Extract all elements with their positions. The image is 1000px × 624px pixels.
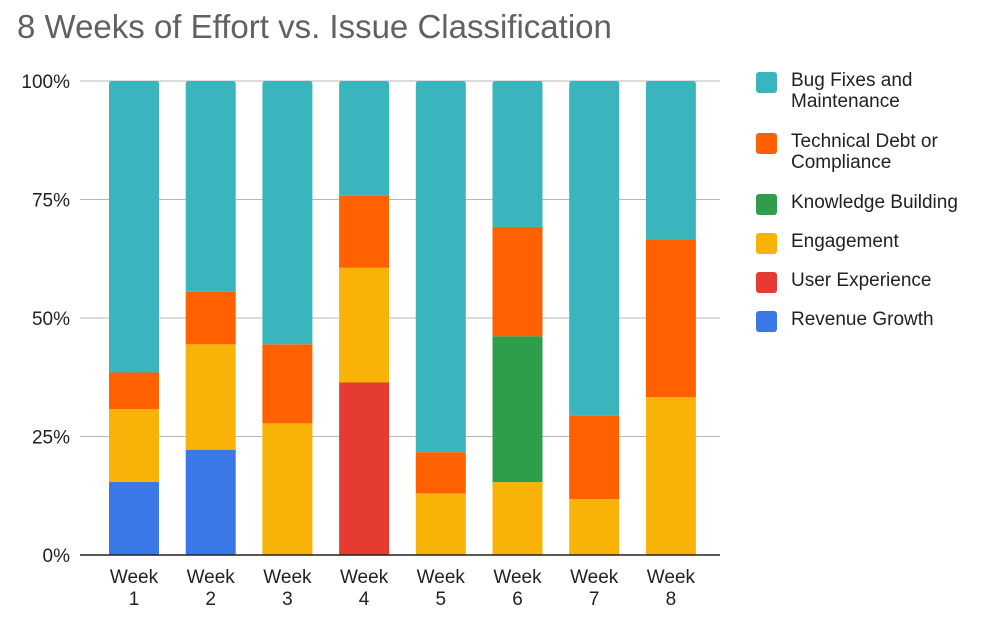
bar-segment — [492, 482, 543, 555]
x-tick-label: Week 1 — [110, 567, 159, 610]
bar-stack — [415, 81, 466, 555]
legend-item[interactable]: Technical Debt or Compliance — [756, 131, 991, 173]
x-tick-label: Week 5 — [417, 567, 466, 610]
x-tick-label: Week 3 — [263, 567, 312, 610]
bar-segment — [262, 423, 313, 555]
bar-stack — [262, 81, 313, 555]
legend-item[interactable]: Bug Fixes and Maintenance — [756, 70, 991, 112]
x-axis-ticks: Week 1Week 2Week 3Week 4Week 5Week 6Week 7Week 8 — [110, 567, 696, 610]
bar-segment — [492, 336, 543, 483]
legend-swatch — [756, 194, 777, 215]
x-tick-line: Week — [187, 567, 236, 588]
legend-item[interactable]: Revenue Growth — [756, 309, 991, 332]
bar-segment — [339, 195, 390, 268]
y-tick-label: 0% — [43, 546, 71, 567]
legend-item[interactable]: Engagement — [756, 231, 991, 254]
bar-segment — [185, 344, 236, 450]
legend-swatch — [756, 233, 777, 254]
legend-item[interactable]: User Experience — [756, 270, 991, 293]
legend-label: Technical Debt or Compliance — [791, 131, 938, 173]
bar-stack — [492, 81, 543, 555]
bar-segment — [339, 267, 390, 383]
bar-stack — [645, 81, 696, 555]
x-tick-line: 7 — [589, 589, 600, 610]
x-tick-line: 2 — [205, 589, 216, 610]
legend-label: Revenue Growth — [791, 309, 934, 330]
bar-segment — [645, 239, 696, 398]
x-tick-label: Week 2 — [187, 567, 236, 610]
bar-segment — [415, 81, 466, 453]
bar-segment — [339, 81, 390, 196]
x-tick-line: 5 — [436, 589, 447, 610]
x-tick-line: Week — [110, 567, 159, 588]
bar-stack — [339, 81, 390, 555]
x-tick-label: Week 8 — [647, 567, 696, 610]
bar-stack — [185, 81, 236, 555]
bar-segment — [109, 81, 159, 373]
legend-swatch — [756, 133, 777, 154]
x-tick-line: Week — [493, 567, 542, 588]
y-tick-label: 25% — [32, 428, 70, 449]
x-tick-line: 4 — [359, 589, 370, 610]
bar-segment — [109, 372, 159, 410]
legend-swatch — [756, 311, 777, 332]
bar-segment — [645, 397, 696, 555]
y-tick-label: 50% — [32, 309, 70, 330]
x-tick-line: Week — [647, 567, 696, 588]
bar-segment — [492, 81, 543, 227]
bar-segment — [569, 415, 620, 500]
x-tick-line: 8 — [666, 589, 677, 610]
bar-segment — [185, 291, 236, 345]
legend-label: Bug Fixes and Maintenance — [791, 70, 913, 112]
y-axis-ticks: 0% 25% 50% 75% 100% — [21, 72, 70, 567]
gridlines — [80, 80, 720, 437]
legend-label: Engagement — [791, 231, 899, 252]
legend-label: User Experience — [791, 270, 932, 291]
bar-segment — [492, 226, 543, 337]
y-tick-label: 75% — [32, 191, 70, 212]
bar-segment — [185, 81, 236, 292]
x-tick-line: 1 — [129, 589, 140, 610]
x-tick-line: Week — [340, 567, 389, 588]
bar-segment — [185, 449, 236, 555]
bar-segment — [339, 382, 390, 555]
bar-segment — [415, 493, 466, 555]
bar-stack — [569, 81, 620, 555]
bar-segment — [109, 482, 159, 555]
x-tick-label: Week 6 — [493, 567, 542, 610]
x-tick-line: 3 — [282, 589, 293, 610]
legend-label: Knowledge Building — [791, 192, 958, 213]
legend-item[interactable]: Knowledge Building — [756, 192, 991, 215]
bar-segment — [415, 452, 466, 494]
x-tick-line: 6 — [512, 589, 523, 610]
x-tick-line: Week — [417, 567, 466, 588]
bar-segment — [262, 344, 313, 424]
bar-segment — [569, 499, 620, 555]
y-tick-label: 100% — [21, 72, 70, 93]
legend-swatch — [756, 272, 777, 293]
legend-swatch — [756, 72, 777, 93]
x-tick-label: Week 4 — [340, 567, 389, 610]
bar-segment — [569, 81, 620, 416]
bar-segment — [262, 81, 313, 345]
x-tick-line: Week — [263, 567, 312, 588]
bar-stack — [109, 81, 159, 555]
bar-segment — [109, 409, 159, 483]
x-tick-label: Week 7 — [570, 567, 619, 610]
x-tick-line: Week — [570, 567, 619, 588]
bar-segment — [645, 81, 696, 240]
